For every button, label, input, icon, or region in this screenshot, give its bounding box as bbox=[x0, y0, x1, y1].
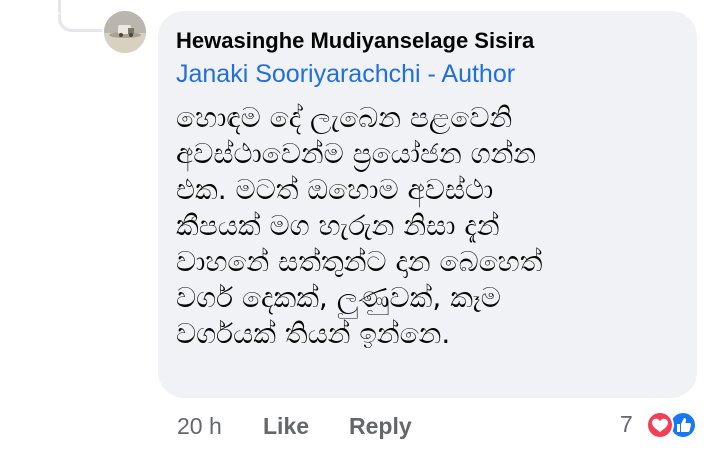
thread-line bbox=[58, 0, 61, 14]
reaction-icons[interactable] bbox=[640, 408, 702, 442]
comment-page: Hewasinghe Mudiyanselage Sisira Janaki S… bbox=[0, 0, 719, 457]
comment-text-line: වාහනේ සත්තුන්ට දාන බෙහෙත් bbox=[176, 245, 543, 278]
reply-button[interactable]: Reply bbox=[349, 413, 412, 440]
comment-text-line: අවස්ථාවෙන්ම ප්‍රයෝජන ගන්න bbox=[176, 137, 537, 170]
comment-text-line: වර්ගයක් තියන් ඉන්නෙ. bbox=[176, 317, 451, 350]
comment-text-line: කීපයක් මග හැරුන නිසා දැන් bbox=[176, 209, 500, 242]
comment-timestamp[interactable]: 20 h bbox=[177, 413, 222, 440]
thread-connector bbox=[58, 14, 102, 32]
comment-bubble: Hewasinghe Mudiyanselage Sisira Janaki S… bbox=[158, 11, 697, 398]
author-mention-link[interactable]: Janaki Sooriyarachchi - Author bbox=[176, 60, 515, 89]
comment-text: හොඳම දේ ලැබෙන පළවෙනි අවස්ථාවෙන්ම ප්‍රයෝජ… bbox=[176, 100, 676, 352]
comment-author-name[interactable]: Hewasinghe Mudiyanselage Sisira bbox=[176, 28, 534, 54]
comment-text-line: හොඳම දේ ලැබෙන පළවෙනි bbox=[176, 101, 513, 134]
comment-text-line: වර්ග දෙකක්, ලුණුවක්, කෑම bbox=[176, 281, 501, 314]
like-button[interactable]: Like bbox=[263, 413, 309, 440]
avatar[interactable] bbox=[104, 11, 146, 53]
reaction-count[interactable]: 7 bbox=[620, 411, 633, 438]
comment-text-line: එක. මටත් ඔහොම අවස්ථා bbox=[176, 173, 494, 206]
love-icon bbox=[646, 411, 674, 439]
